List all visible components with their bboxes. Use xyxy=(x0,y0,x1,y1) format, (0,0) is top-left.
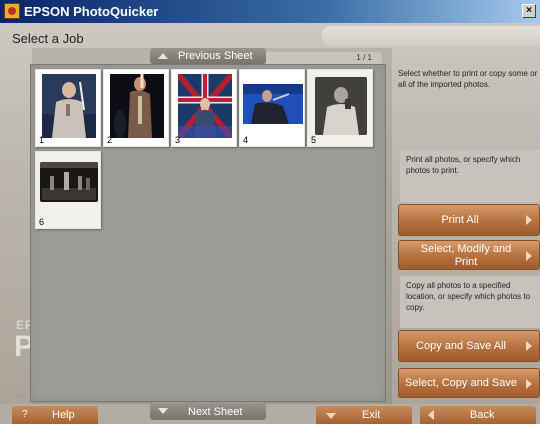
next-sheet-label: Next Sheet xyxy=(188,406,243,418)
photo-number: 4 xyxy=(243,135,249,145)
select-copy-save-button[interactable]: Select, Copy and Save xyxy=(398,368,540,398)
copy-save-all-label: Copy and Save All xyxy=(416,340,506,352)
photo-thumbnail[interactable]: 2 xyxy=(103,69,169,147)
exit-button[interactable]: Exit xyxy=(316,406,412,424)
header-right-panel xyxy=(322,26,540,46)
next-sheet-button[interactable]: Next Sheet xyxy=(150,403,266,420)
select-modify-print-label: Select, Modify and Print xyxy=(420,243,512,268)
photo-image xyxy=(315,77,367,135)
back-label: Back xyxy=(470,409,495,421)
previous-sheet-button[interactable]: Previous Sheet xyxy=(150,48,266,64)
photo-image xyxy=(243,84,303,124)
select-copy-save-label: Select, Copy and Save xyxy=(405,377,517,389)
select-modify-print-button[interactable]: Select, Modify and Print xyxy=(398,240,540,270)
help-icon: ? xyxy=(22,409,28,420)
page-indicator-strip: 1 / 1 xyxy=(266,52,382,64)
photo-thumbnail[interactable]: 4 xyxy=(239,69,305,147)
arrow-left-icon xyxy=(428,410,434,420)
page-title: Select a Job xyxy=(12,31,84,46)
arrow-down-icon xyxy=(158,408,168,414)
page-indicator: 1 / 1 xyxy=(356,53,372,62)
photo-number: 5 xyxy=(311,135,317,145)
print-info-text: Print all photos, or specify which photo… xyxy=(406,155,521,175)
photo-number: 2 xyxy=(107,135,113,145)
print-all-button[interactable]: Print All xyxy=(398,204,540,236)
print-info-box: Print all photos, or specify which photo… xyxy=(400,150,540,202)
copyright-text: Copy xyxy=(16,394,28,400)
photo-image xyxy=(42,74,96,138)
print-all-label: Print All xyxy=(441,214,479,226)
photo-thumbnail[interactable]: 5 xyxy=(307,69,373,147)
arrow-right-icon xyxy=(526,215,532,225)
arrow-right-icon xyxy=(526,341,532,351)
copy-save-all-button[interactable]: Copy and Save All xyxy=(398,330,540,362)
copy-info-box: Copy all photos to a specified location,… xyxy=(400,276,540,328)
copy-info-text: Copy all photos to a specified location,… xyxy=(406,281,531,312)
photo-image xyxy=(40,162,98,202)
photo-image xyxy=(178,74,232,138)
photo-thumbnail[interactable]: 6 xyxy=(35,151,101,229)
close-button[interactable]: × xyxy=(522,4,536,18)
intro-text: Select whether to print or copy some or … xyxy=(398,69,538,89)
arrow-right-icon xyxy=(526,251,532,261)
arrow-down-icon xyxy=(326,413,336,419)
photo-sheet: 1 2 3 4 5 6 xyxy=(30,64,386,402)
help-label: Help xyxy=(52,409,75,421)
photo-image xyxy=(110,74,164,138)
app-window: EPSON PhotoQuicker × Select a Job EP P C… xyxy=(0,0,540,424)
previous-sheet-label: Previous Sheet xyxy=(178,50,253,62)
arrow-right-icon xyxy=(526,379,532,389)
title-bar: EPSON PhotoQuicker × xyxy=(0,0,540,23)
photo-number: 6 xyxy=(39,217,45,227)
window-title: EPSON PhotoQuicker xyxy=(24,4,159,19)
help-button[interactable]: ? Help xyxy=(12,406,98,424)
photo-thumbnail[interactable]: 3 xyxy=(171,69,237,147)
arrow-up-icon xyxy=(158,53,168,59)
app-icon xyxy=(4,3,20,19)
back-button[interactable]: Back xyxy=(420,406,536,424)
photo-number: 3 xyxy=(175,135,181,145)
photo-number: 1 xyxy=(39,135,45,145)
photo-thumbnail[interactable]: 1 xyxy=(35,69,101,147)
exit-label: Exit xyxy=(362,409,381,421)
